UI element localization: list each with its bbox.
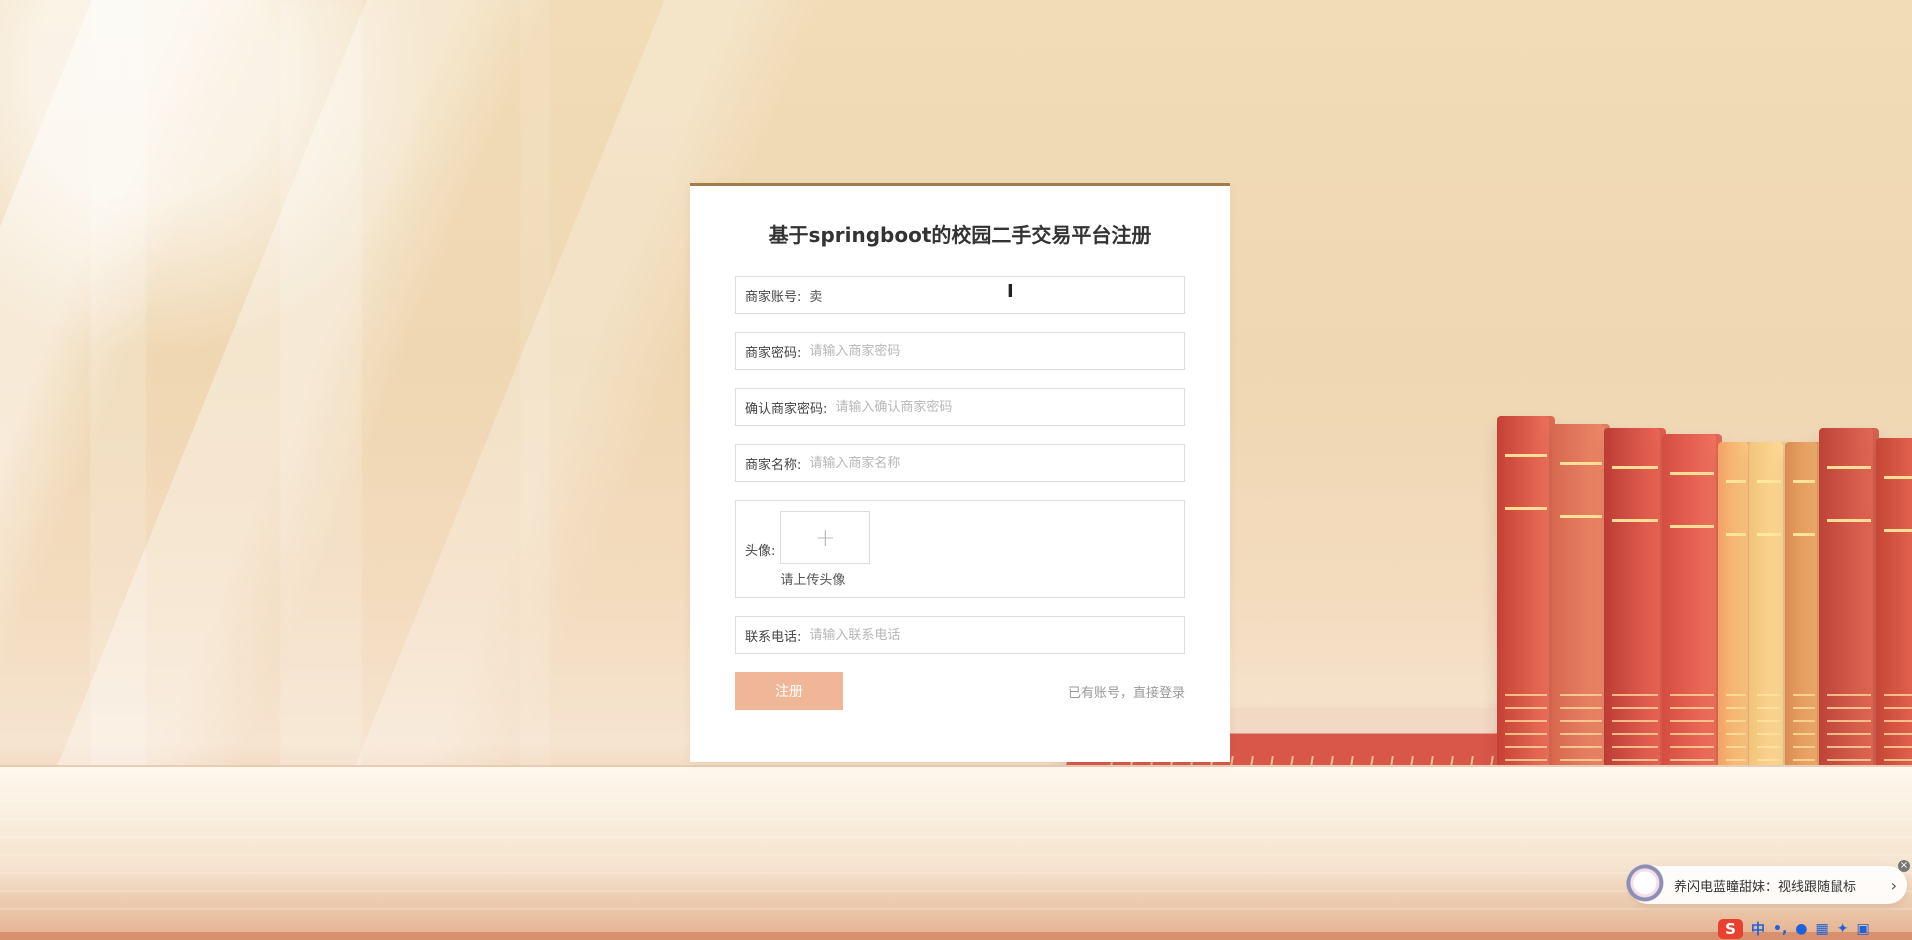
punctuation-icon[interactable]: •, <box>1773 921 1787 937</box>
merchant-account-field: 商家账号: <box>735 276 1185 314</box>
mic-icon[interactable]: ● <box>1795 921 1807 937</box>
merchant-account-label: 商家账号: <box>745 289 802 305</box>
background-book <box>1552 424 1610 816</box>
close-icon[interactable]: × <box>1898 860 1910 872</box>
phone-field: 联系电话: <box>735 616 1185 654</box>
merchant-name-label: 商家名称: <box>745 457 802 473</box>
grid-icon[interactable]: ▣ <box>1856 921 1869 937</box>
avatar-field: 头像: + 请上传头像 <box>735 500 1185 598</box>
form-actions: 注册 已有账号，直接登录 <box>735 672 1185 710</box>
text-cursor-icon: I <box>1007 281 1014 302</box>
merchant-name-field: 商家名称: <box>735 444 1185 482</box>
avatar-label: 头像: <box>745 543 776 559</box>
background-book <box>1876 438 1912 816</box>
chevron-right-icon[interactable]: › <box>1891 876 1897 895</box>
confirm-merchant-password-field: 确认商家密码: <box>735 388 1185 426</box>
background-bookshelf <box>1362 376 1912 816</box>
avatar-upload-button[interactable]: + <box>780 510 871 564</box>
confirm-merchant-password-label: 确认商家密码: <box>745 401 828 417</box>
avatar-upload-area: + 请上传头像 <box>780 510 871 588</box>
merchant-name-input[interactable] <box>801 446 1184 480</box>
merchant-password-field: 商家密码: <box>735 332 1185 370</box>
ime-notification[interactable]: 养闪电蓝瞳甜妹：视线跟随鼠标 › × <box>1626 860 1910 906</box>
register-button[interactable]: 注册 <box>735 672 843 710</box>
plus-icon: + <box>814 522 836 552</box>
avatar-upload-hint: 请上传头像 <box>780 572 846 588</box>
background-book <box>1749 442 1789 816</box>
page-title: 基于springboot的校园二手交易平台注册 <box>768 223 1152 247</box>
login-link[interactable]: 已有账号，直接登录 <box>1068 682 1185 701</box>
phone-input[interactable] <box>801 618 1184 652</box>
registration-card: 基于springboot的校园二手交易平台注册 商家账号: 商家密码: 确认商家… <box>690 183 1230 762</box>
registration-page: 基于springboot的校园二手交易平台注册 商家账号: 商家密码: 确认商家… <box>0 0 1912 940</box>
merchant-account-input[interactable] <box>801 278 1184 312</box>
ime-taskbar: S 中 •, ● ▦ ✦ ▣ <box>1718 918 1912 940</box>
background-book <box>1785 442 1823 816</box>
ime-notification-text: 养闪电蓝瞳甜妹：视线跟随鼠标 <box>1674 879 1857 895</box>
anime-avatar-icon <box>1626 864 1668 906</box>
merchant-password-label: 商家密码: <box>745 345 802 361</box>
merchant-password-input[interactable] <box>801 334 1184 368</box>
table-lines <box>0 800 1912 920</box>
floor-stripe <box>0 932 1912 940</box>
skin-icon[interactable]: ✦ <box>1837 921 1849 937</box>
confirm-merchant-password-input[interactable] <box>827 390 1184 424</box>
background-book <box>1819 428 1879 816</box>
background-book <box>1662 434 1722 816</box>
sogou-icon[interactable]: S <box>1718 919 1743 939</box>
background-book <box>1604 428 1666 816</box>
background-table <box>0 765 1912 940</box>
keyboard-icon[interactable]: ▦ <box>1816 921 1829 937</box>
chinese-mode-icon[interactable]: 中 <box>1751 919 1765 939</box>
phone-label: 联系电话: <box>745 629 802 645</box>
background-book <box>1497 416 1555 816</box>
